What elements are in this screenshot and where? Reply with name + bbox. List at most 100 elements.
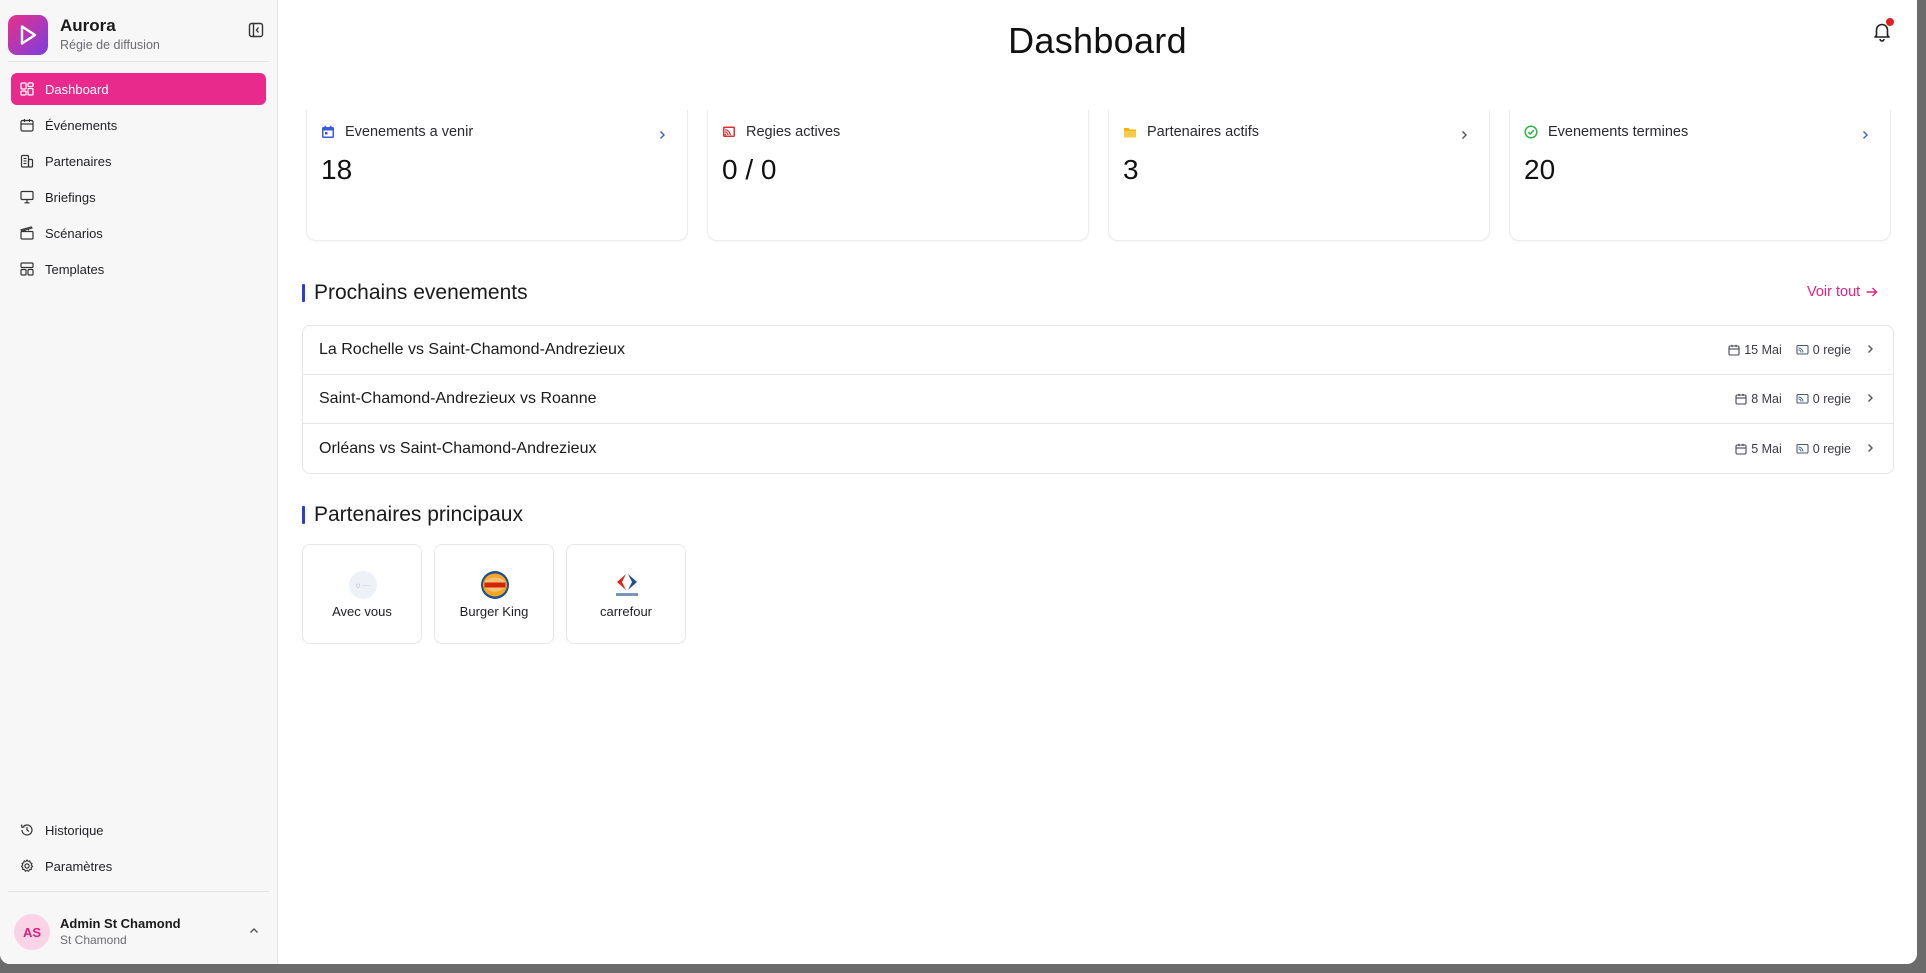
user-org: St Chamond [60,933,127,947]
stat-label: Partenaires actifs [1147,124,1260,140]
cast-icon [1796,393,1809,404]
partners-section-title: Partenaires principaux [302,503,523,527]
chevron-up-icon [248,924,260,942]
event-date: 15 Mai [1728,343,1782,357]
stat-value: 0 / 0 [722,154,777,185]
svg-text:○ ·····: ○ ····· [356,583,370,589]
presentation-icon [19,189,35,205]
folder-icon [1123,125,1137,139]
event-regies: 0 regie [1796,442,1851,456]
stat-card-finished[interactable]: Evenements termines 20 [1509,110,1891,241]
event-regies-label: 0 regie [1812,343,1851,357]
cast-icon [1796,344,1809,355]
user-name: Admin St Chamond [60,916,181,931]
sidebar-item-label: Templates [45,261,105,277]
sidebar-nav: Dashboard Événements Partenaires Briefin… [11,73,266,289]
chevron-right-icon [1865,442,1875,456]
sidebar-item-evenements[interactable]: Événements [11,109,266,141]
event-name: La Rochelle vs Saint-Chamond-Andrezieux [319,341,625,358]
play-logo-icon [8,15,48,55]
sidebar-divider [8,61,269,62]
calendar-icon [1735,443,1747,455]
sidebar-item-label: Partenaires [45,153,112,169]
sidebar-item-historique[interactable]: Historique [11,814,266,846]
stat-card-upcoming[interactable]: Evenements a venir 18 [306,110,688,241]
partner-card[interactable]: ○ ····· Avec vous [302,544,422,644]
stat-value: 18 [321,154,353,185]
history-icon [19,822,35,838]
dashboard-icon [19,81,35,97]
upcoming-events-list: La Rochelle vs Saint-Chamond-Andrezieux … [302,325,1894,474]
partner-name: Burger King [459,604,529,619]
partner-card[interactable]: Burger King [434,544,554,644]
sidebar-item-partenaires[interactable]: Partenaires [11,145,266,177]
event-regies: 0 regie [1796,343,1851,357]
stat-value: 3 [1123,154,1139,185]
stat-label: Evenements termines [1548,124,1689,140]
event-date-label: 5 Mai [1751,441,1782,456]
event-date-label: 8 Mai [1751,392,1782,406]
sidebar-item-label: Événements [45,117,118,133]
chevron-right-icon [657,127,667,145]
see-all-label: Voir tout [1807,284,1861,300]
notifications-button[interactable] [1871,18,1894,42]
calendar-icon [1728,344,1740,356]
upcoming-section-title: Prochains evenements [302,281,528,305]
event-regies-label: 0 regie [1812,441,1851,456]
sidebar-item-scenarios[interactable]: Scénarios [11,217,266,249]
event-date: 5 Mai [1735,442,1782,456]
cast-icon [722,125,736,139]
event-row[interactable]: Saint-Chamond-Andrezieux vs Roanne 8 Mai… [303,375,1893,424]
app-window: Aurora Régie de diffusion Dashboard Évén… [0,0,1917,964]
avec-vous-logo-icon: ○ ····· [348,570,378,600]
brand-subtitle: Régie de diffusion [60,38,160,52]
see-all-link[interactable]: Voir tout [1807,284,1879,300]
sidebar-item-label: Briefings [45,189,96,205]
gear-icon [19,858,35,874]
layout-icon [19,261,35,277]
cast-icon [1796,443,1809,454]
event-row[interactable]: La Rochelle vs Saint-Chamond-Andrezieux … [303,326,1893,375]
panel-left-icon [248,22,264,38]
calendar-icon [19,117,35,133]
event-date-label: 15 Mai [1744,343,1782,357]
sidebar-item-templates[interactable]: Templates [11,253,266,285]
partner-name: Avec vous [332,604,392,619]
user-menu[interactable]: AS Admin St Chamond St Chamond [14,912,266,952]
chevron-right-icon [1459,127,1469,145]
partners-grid: ○ ····· Avec vous Burger King carrefour [302,544,698,644]
sidebar-item-label: Paramètres [45,858,113,874]
main-content: Dashboard Evenements a venir 18 Regies a… [278,0,1917,964]
partner-card[interactable]: carrefour [566,544,686,644]
section-accent-bar [302,284,305,302]
calendar-icon [321,125,335,139]
event-row[interactable]: Orléans vs Saint-Chamond-Andrezieux 5 Ma… [303,424,1893,473]
section-accent-bar [302,506,305,524]
burger-king-logo-icon [480,570,510,600]
stat-label: Evenements a venir [345,124,474,140]
sidebar-item-dashboard[interactable]: Dashboard [11,73,266,105]
collapse-sidebar-button[interactable] [246,20,266,40]
sidebar-bottom-nav: Historique Paramètres [11,814,266,886]
event-date: 8 Mai [1735,392,1782,406]
calendar-icon [1735,393,1747,405]
sidebar-item-parametres[interactable]: Paramètres [11,850,266,882]
brand-name: Aurora [60,16,116,35]
arrow-right-icon [1866,287,1878,297]
sidebar-item-briefings[interactable]: Briefings [11,181,266,213]
stat-label: Regies actives [746,124,841,140]
section-title-text: Prochains evenements [314,281,528,304]
notification-badge [1886,18,1894,26]
partner-name: carrefour [599,604,653,619]
event-name: Orléans vs Saint-Chamond-Andrezieux [319,439,597,457]
chevron-right-icon [1865,343,1875,357]
chevron-right-icon [1860,127,1870,145]
stat-card-partners[interactable]: Partenaires actifs 3 [1108,110,1490,241]
stat-card-regies[interactable]: Regies actives 0 / 0 [707,110,1089,241]
chevron-right-icon [1865,392,1875,406]
stat-value: 20 [1524,154,1556,185]
page-title: Dashboard [1008,20,1187,61]
section-title-text: Partenaires principaux [314,503,523,526]
check-circle-icon [1524,125,1538,139]
event-name: Saint-Chamond-Andrezieux vs Roanne [319,390,597,407]
